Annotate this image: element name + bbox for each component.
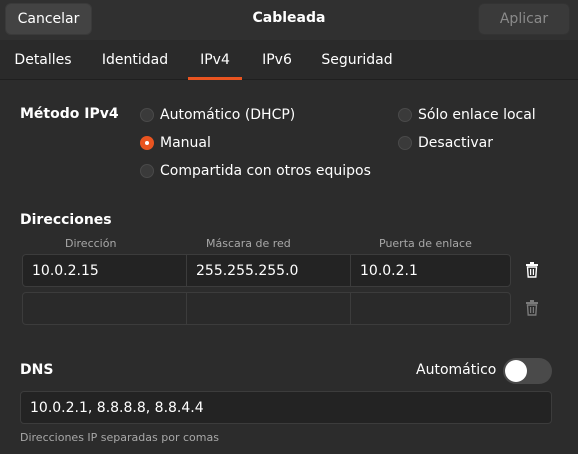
apply-button[interactable]: Aplicar bbox=[478, 3, 570, 35]
dns-hint-text: Direcciones IP separadas por comas bbox=[20, 431, 219, 444]
radio-disable[interactable]: Desactivar bbox=[398, 133, 493, 153]
tab-ipv6[interactable]: IPv6 bbox=[254, 40, 300, 80]
tab-identity[interactable]: Identidad bbox=[94, 40, 176, 80]
delete-address-button[interactable] bbox=[521, 259, 543, 281]
radio-link-local[interactable]: Sólo enlace local bbox=[398, 105, 536, 125]
tab-security[interactable]: Seguridad bbox=[313, 40, 401, 80]
netmask-input[interactable] bbox=[186, 292, 351, 325]
radio-label: Automático (DHCP) bbox=[160, 107, 296, 123]
radio-indicator[interactable] bbox=[140, 108, 154, 122]
header-bar: Cancelar Cableada Aplicar bbox=[0, 0, 578, 40]
trash-icon bbox=[526, 262, 538, 278]
tab-details[interactable]: Detalles bbox=[6, 40, 80, 80]
radio-indicator[interactable] bbox=[398, 108, 412, 122]
radio-label: Desactivar bbox=[418, 135, 493, 151]
radio-shared[interactable]: Compartida con otros equipos bbox=[140, 161, 371, 181]
radio-indicator[interactable] bbox=[140, 136, 154, 150]
delete-address-button-disabled[interactable] bbox=[521, 297, 543, 319]
dns-servers-input[interactable]: 10.0.2.1, 8.8.8.8, 8.8.4.4 bbox=[20, 391, 552, 424]
toggle-knob bbox=[505, 360, 527, 382]
cancel-button[interactable]: Cancelar bbox=[5, 3, 92, 35]
radio-automatic-dhcp[interactable]: Automático (DHCP) bbox=[140, 105, 295, 125]
trash-icon bbox=[526, 300, 538, 316]
radio-indicator[interactable] bbox=[398, 136, 412, 150]
radio-label: Sólo enlace local bbox=[418, 107, 536, 123]
dns-automatic-toggle[interactable] bbox=[503, 358, 552, 384]
connection-settings-window: Cancelar Cableada Aplicar Detalles Ident… bbox=[0, 0, 578, 454]
address-row: 10.0.2.15 255.255.255.0 10.0.2.1 bbox=[22, 254, 511, 287]
dns-section-label: DNS bbox=[20, 362, 54, 378]
column-header-address: Dirección bbox=[65, 237, 117, 250]
ipv4-method-label: Método IPv4 bbox=[20, 106, 119, 122]
netmask-input[interactable]: 255.255.255.0 bbox=[186, 254, 351, 287]
gateway-input[interactable] bbox=[350, 292, 511, 325]
radio-manual[interactable]: Manual bbox=[140, 133, 211, 153]
radio-label: Manual bbox=[160, 135, 211, 151]
radio-label: Compartida con otros equipos bbox=[160, 163, 371, 179]
address-row-empty bbox=[22, 292, 511, 325]
gateway-input[interactable]: 10.0.2.1 bbox=[350, 254, 511, 287]
column-header-netmask: Máscara de red bbox=[206, 237, 291, 250]
tab-ipv4[interactable]: IPv4 bbox=[188, 40, 242, 80]
dns-automatic-label: Automático bbox=[416, 362, 497, 378]
address-input[interactable] bbox=[22, 292, 187, 325]
column-header-gateway: Puerta de enlace bbox=[379, 237, 472, 250]
addresses-section-label: Direcciones bbox=[20, 212, 112, 228]
tab-bar: Detalles Identidad IPv4 IPv6 Seguridad bbox=[0, 40, 578, 80]
radio-indicator[interactable] bbox=[140, 164, 154, 178]
address-input[interactable]: 10.0.2.15 bbox=[22, 254, 187, 287]
